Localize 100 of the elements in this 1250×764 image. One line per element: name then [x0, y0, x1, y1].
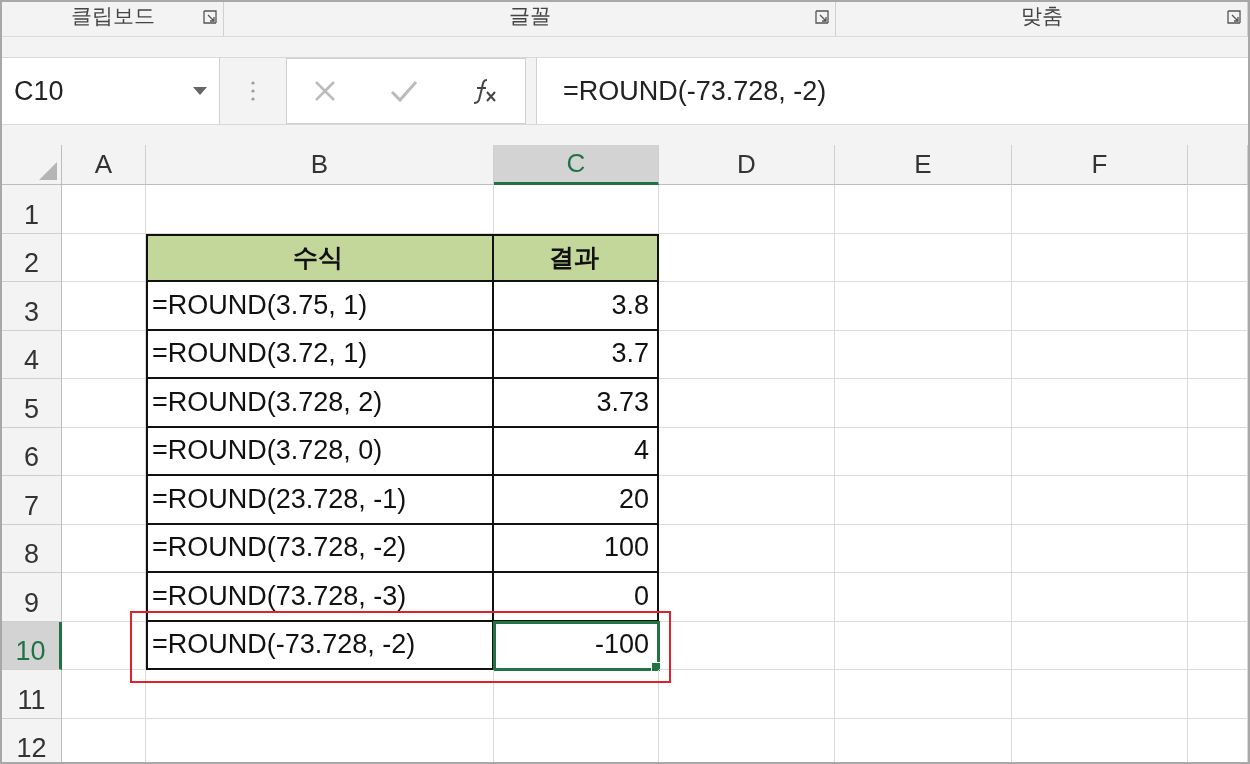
table-cell[interactable]: =ROUND(73.728, -3) [146, 573, 494, 622]
sheet-cell[interactable] [62, 670, 146, 719]
row-header[interactable]: 3 [2, 282, 62, 331]
sheet-cell[interactable] [1012, 524, 1188, 573]
sheet-cell[interactable] [659, 476, 835, 525]
fill-handle[interactable] [651, 662, 661, 672]
name-box[interactable]: C10 [2, 58, 220, 124]
sheet-cell[interactable] [1188, 524, 1248, 573]
sheet-cell[interactable] [62, 476, 146, 525]
table-cell[interactable]: 3.7 [494, 330, 659, 379]
sheet-cell[interactable] [659, 233, 835, 282]
row-header[interactable]: 9 [2, 573, 62, 622]
sheet-cell[interactable] [1012, 476, 1188, 525]
row-header[interactable]: 1 [2, 185, 62, 234]
sheet-cell[interactable] [1188, 670, 1248, 719]
table-cell[interactable]: 4 [494, 427, 659, 476]
column-header[interactable]: D [659, 145, 835, 185]
sheet-cell[interactable] [62, 621, 146, 670]
row-header[interactable]: 10 [2, 621, 62, 670]
table-cell[interactable]: 100 [494, 524, 659, 573]
table-cell[interactable]: =ROUND(3.728, 0) [146, 427, 494, 476]
dialog-launcher-icon[interactable] [203, 10, 218, 24]
row-header[interactable]: 8 [2, 524, 62, 573]
sheet-cell[interactable] [62, 379, 146, 428]
sheet-cell[interactable] [659, 282, 835, 331]
table-cell[interactable]: 0 [494, 573, 659, 622]
sheet-cell[interactable] [835, 282, 1012, 331]
sheet-cell[interactable] [1188, 427, 1248, 476]
row-header[interactable]: 5 [2, 379, 62, 428]
sheet-cell[interactable] [1012, 379, 1188, 428]
sheet-cell[interactable] [1012, 621, 1188, 670]
sheet-cell[interactable] [1188, 233, 1248, 282]
sheet-cell[interactable] [1188, 573, 1248, 622]
sheet-cell[interactable] [1188, 621, 1248, 670]
sheet-cell[interactable] [1012, 185, 1188, 234]
checkmark-icon[interactable] [390, 79, 418, 103]
table-cell[interactable]: =ROUND(3.75, 1) [146, 282, 494, 331]
table-cell[interactable]: =ROUND(23.728, -1) [146, 476, 494, 525]
sheet-cell[interactable] [835, 670, 1012, 719]
sheet-cell[interactable] [835, 476, 1012, 525]
sheet-cell[interactable] [835, 185, 1012, 234]
sheet-cell[interactable] [1188, 476, 1248, 525]
row-header[interactable]: 2 [2, 233, 62, 282]
column-header[interactable]: E [835, 145, 1012, 185]
column-header[interactable]: F [1012, 145, 1188, 185]
sheet-cell[interactable] [835, 427, 1012, 476]
sheet-cell[interactable] [659, 573, 835, 622]
sheet-cell[interactable] [835, 330, 1012, 379]
table-cell[interactable]: =ROUND(73.728, -2) [146, 524, 494, 573]
row-header[interactable]: 4 [2, 330, 62, 379]
table-cell[interactable]: =ROUND(3.72, 1) [146, 330, 494, 379]
sheet-cell[interactable] [835, 379, 1012, 428]
formula-input[interactable]: =ROUND(-73.728, -2) [536, 58, 1248, 124]
sheet-cell[interactable] [1188, 330, 1248, 379]
sheet-cell[interactable] [146, 185, 494, 234]
column-header[interactable]: A [62, 145, 146, 185]
sheet-cell[interactable] [659, 524, 835, 573]
table-cell[interactable]: 20 [494, 476, 659, 525]
sheet-cell[interactable] [62, 573, 146, 622]
sheet-cell[interactable] [494, 670, 659, 719]
column-header[interactable]: B [146, 145, 494, 185]
sheet-cell[interactable] [1012, 330, 1188, 379]
row-header[interactable]: 6 [2, 427, 62, 476]
sheet-cell[interactable] [1012, 427, 1188, 476]
sheet-cell[interactable] [835, 524, 1012, 573]
sheet-cell[interactable] [659, 621, 835, 670]
column-header[interactable] [1188, 145, 1248, 185]
row-header[interactable]: 11 [2, 670, 62, 719]
column-header[interactable]: C [494, 145, 659, 185]
row-header[interactable]: 7 [2, 476, 62, 525]
sheet-cell[interactable] [1012, 282, 1188, 331]
sheet-cell[interactable] [62, 185, 146, 234]
sheet-cell[interactable] [62, 427, 146, 476]
row-header[interactable]: 12 [2, 718, 62, 762]
sheet-cell[interactable] [835, 621, 1012, 670]
sheet-cell[interactable] [146, 670, 494, 719]
sheet-cell[interactable] [659, 427, 835, 476]
table-cell[interactable]: 3.73 [494, 379, 659, 428]
table-cell[interactable]: =ROUND(3.728, 2) [146, 379, 494, 428]
sheet-cell[interactable] [1012, 573, 1188, 622]
dialog-launcher-icon[interactable] [815, 10, 829, 24]
sheet-cell[interactable] [659, 185, 835, 234]
cancel-icon[interactable] [313, 79, 338, 103]
sheet-cell[interactable] [1188, 282, 1248, 331]
sheet-cell[interactable] [659, 379, 835, 428]
sheet-cell[interactable] [659, 670, 835, 719]
sheet-cell[interactable] [62, 524, 146, 573]
sheet-cell[interactable] [835, 233, 1012, 282]
table-cell[interactable]: =ROUND(-73.728, -2) [146, 621, 494, 670]
sheet-cell[interactable] [62, 282, 146, 331]
table-cell[interactable]: -100 [494, 621, 659, 670]
sheet-cell[interactable] [1012, 233, 1188, 282]
sheet-cell[interactable] [1188, 379, 1248, 428]
sheet-cell[interactable] [62, 330, 146, 379]
sheet-cell[interactable] [659, 330, 835, 379]
select-all-icon[interactable] [39, 162, 57, 180]
dropdown-caret-icon[interactable] [193, 87, 207, 95]
sheet-cell[interactable] [1012, 670, 1188, 719]
sheet-cell[interactable] [1188, 185, 1248, 234]
sheet-cell[interactable] [494, 185, 659, 234]
